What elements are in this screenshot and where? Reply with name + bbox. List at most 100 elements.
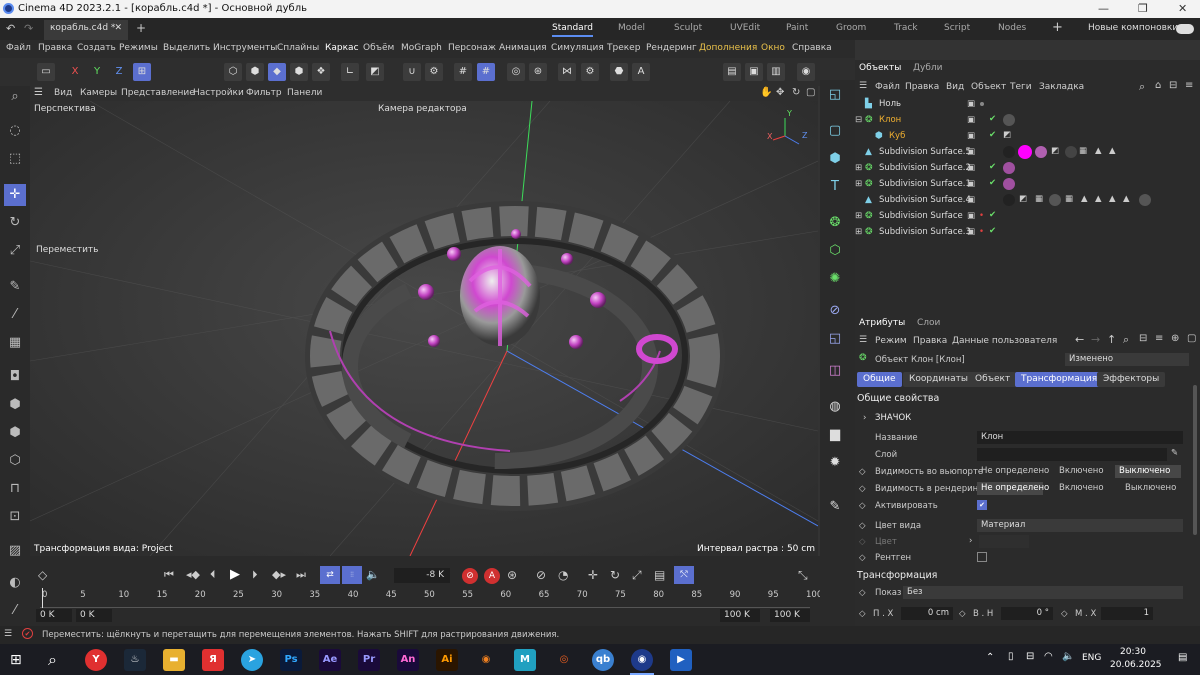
search-icon[interactable]: ⌕ — [4, 86, 26, 108]
cloner-icon[interactable]: ❂ — [824, 212, 846, 234]
add-document-button[interactable]: + — [136, 21, 146, 35]
sound-icon[interactable]: 🔈 — [366, 568, 380, 581]
attributes-lock-icon[interactable]: ⊟ — [1139, 333, 1147, 344]
objects-menu-bookmarks[interactable]: Закладка — [1039, 82, 1084, 92]
menu-select[interactable]: Выделить — [163, 43, 210, 53]
subtab-transform[interactable]: Трансформация — [1015, 372, 1104, 387]
autokey-icon[interactable]: A — [484, 568, 500, 584]
material-tag-icon[interactable] — [1139, 194, 1151, 206]
triangle-tag-icon[interactable]: ▲ — [1095, 194, 1102, 204]
windows-start-icon[interactable]: ⊞ — [10, 652, 22, 668]
attributes-menu-userdata[interactable]: Данные пользователя — [952, 336, 1057, 346]
object-row[interactable]: ▙ Ноль ▣ — [855, 97, 1200, 113]
show-dropdown[interactable]: Без — [903, 586, 1183, 599]
pen-tool-icon[interactable]: ⁄ — [4, 600, 26, 622]
objects-lock-icon[interactable]: ⊟ — [1169, 80, 1177, 91]
clock-date[interactable]: 20.06.2025 — [1110, 660, 1162, 670]
object-row[interactable]: ⊞ ❂ Subdivision Surface ▣ • ✔ — [855, 209, 1200, 225]
clock-time[interactable]: 20:30 — [1120, 647, 1146, 657]
tab-layers[interactable]: Слои — [917, 318, 940, 328]
animate-icon[interactable]: An — [397, 649, 419, 671]
keyframe-selection-icon[interactable]: ⊛ — [507, 568, 517, 582]
create-object-icon[interactable]: ◱ — [824, 84, 846, 106]
current-frame-field[interactable]: -8 K — [394, 568, 450, 583]
light-icon[interactable]: ✹ — [824, 452, 846, 474]
prev-frame-icon[interactable]: ⏴ — [210, 568, 216, 582]
material-tag-icon[interactable] — [1065, 146, 1077, 158]
fps-icon[interactable]: ⫶⫶ — [342, 566, 362, 584]
material-icon[interactable]: ▦ — [4, 332, 26, 354]
scale-x-field[interactable]: 1 — [1101, 607, 1153, 620]
text-icon[interactable]: T — [824, 176, 846, 198]
cube-tool-icon[interactable]: ⬢ — [4, 394, 26, 416]
status-hamburger-icon[interactable]: ☰ — [4, 629, 12, 639]
graph-icon[interactable]: ⤡ — [798, 568, 808, 583]
keyframe-lock-icon[interactable]: ⊘ — [536, 568, 546, 582]
substance-icon[interactable]: ◎ — [553, 649, 575, 671]
photoshop-icon[interactable]: Ps — [280, 649, 302, 671]
tab-objects[interactable]: Объекты — [859, 63, 901, 73]
name-field[interactable]: Клон — [977, 431, 1183, 444]
go-to-end-icon[interactable]: ⏭ — [296, 568, 306, 582]
redo-icon[interactable]: ↷ — [24, 22, 33, 35]
material-tag-icon[interactable] — [1003, 146, 1015, 158]
rotation-key-icon[interactable]: ↻ — [610, 568, 620, 582]
point-key-icon[interactable]: ⤲ — [674, 566, 694, 584]
next-key-icon[interactable]: ◆▸ — [272, 568, 286, 581]
material-tag-icon[interactable] — [1003, 194, 1015, 206]
enabled-check-icon[interactable]: ✔ — [989, 114, 996, 124]
attributes-menu-mode[interactable]: Режим — [875, 336, 907, 346]
checker-tag-icon[interactable]: ▦ — [1065, 194, 1073, 204]
layer-toggle-icon[interactable]: ▣ — [967, 227, 975, 237]
move-tool-icon[interactable]: ✛ — [4, 184, 26, 206]
points-mode-icon[interactable]: ⬡ — [224, 63, 242, 81]
layer-toggle-icon[interactable]: ▣ — [967, 115, 975, 125]
keyframe-diamond-icon[interactable]: ◇ — [859, 588, 866, 598]
layer-toggle-icon[interactable]: ▣ — [967, 147, 975, 157]
layer-toggle-icon[interactable]: ▣ — [967, 163, 975, 173]
yandex-browser-icon[interactable]: Y — [85, 649, 107, 671]
layer-toggle-icon[interactable]: ▣ — [967, 179, 975, 189]
illustrator-icon[interactable]: Ai — [436, 649, 458, 671]
viewport-menu-panels[interactable]: Панели — [287, 88, 322, 98]
file-explorer-icon[interactable]: ▬ — [163, 649, 185, 671]
xray-checkbox[interactable] — [977, 552, 987, 562]
attributes-new-icon[interactable]: ⊕ — [1171, 333, 1179, 344]
menu-render[interactable]: Рендеринг — [646, 43, 697, 53]
triangle-tag-icon[interactable]: ▲ — [1081, 194, 1088, 204]
viewport-menu-display[interactable]: Представление — [121, 88, 195, 98]
telegram-icon[interactable]: ➤ — [241, 649, 263, 671]
menu-animation[interactable]: Анимация — [499, 43, 547, 53]
edit-pen-icon[interactable]: ✎ — [824, 496, 846, 518]
after-effects-icon[interactable]: Ae — [319, 649, 341, 671]
uvw-tag-icon[interactable]: ◩ — [1051, 146, 1059, 156]
model-mode-icon[interactable]: ⬢ — [290, 63, 308, 81]
material-tag-magenta-icon[interactable] — [1018, 145, 1032, 159]
rect-selection-icon[interactable]: ⬚ — [4, 148, 26, 170]
mode-dropdown[interactable]: Изменено — [1065, 353, 1189, 366]
render-view-icon[interactable]: ▤ — [723, 63, 741, 81]
symmetry-icon[interactable]: ⊛ — [529, 63, 547, 81]
triangle-tag-icon[interactable]: ▲ — [1109, 194, 1116, 204]
enabled-check-icon[interactable]: ✔ — [989, 130, 996, 140]
keyframe-diamond-icon[interactable]: ◇ — [859, 553, 866, 563]
render-picture-viewer-icon[interactable]: ▣ — [745, 63, 763, 81]
attributes-hamburger-icon[interactable]: ☰ — [859, 335, 867, 345]
grid-snap-icon[interactable]: # — [454, 63, 472, 81]
objects-menu-object[interactable]: Объект — [971, 82, 1006, 92]
coord-system-icon[interactable]: ⊞ — [133, 63, 151, 81]
camera-icon[interactable]: ▆ — [824, 424, 846, 446]
menu-tracker[interactable]: Трекер — [607, 43, 640, 53]
layout-tab-paint[interactable]: Paint — [786, 23, 808, 33]
motion-icon[interactable]: ◔ — [558, 568, 568, 582]
material-tag-icon[interactable] — [1003, 178, 1015, 190]
menu-file[interactable]: Файл — [6, 43, 31, 53]
annotation-icon[interactable]: A — [632, 63, 650, 81]
vis-render-default[interactable]: Не определено — [977, 482, 1049, 495]
visibility-dots[interactable] — [979, 99, 985, 109]
edges-mode-icon[interactable]: ⬢ — [246, 63, 264, 81]
menu-character[interactable]: Персонаж — [448, 43, 496, 53]
preview-start-field[interactable]: 0 K — [76, 609, 112, 622]
layer-toggle-icon[interactable]: ▣ — [967, 211, 975, 221]
vis-render-off[interactable]: Выключено — [1121, 482, 1180, 495]
